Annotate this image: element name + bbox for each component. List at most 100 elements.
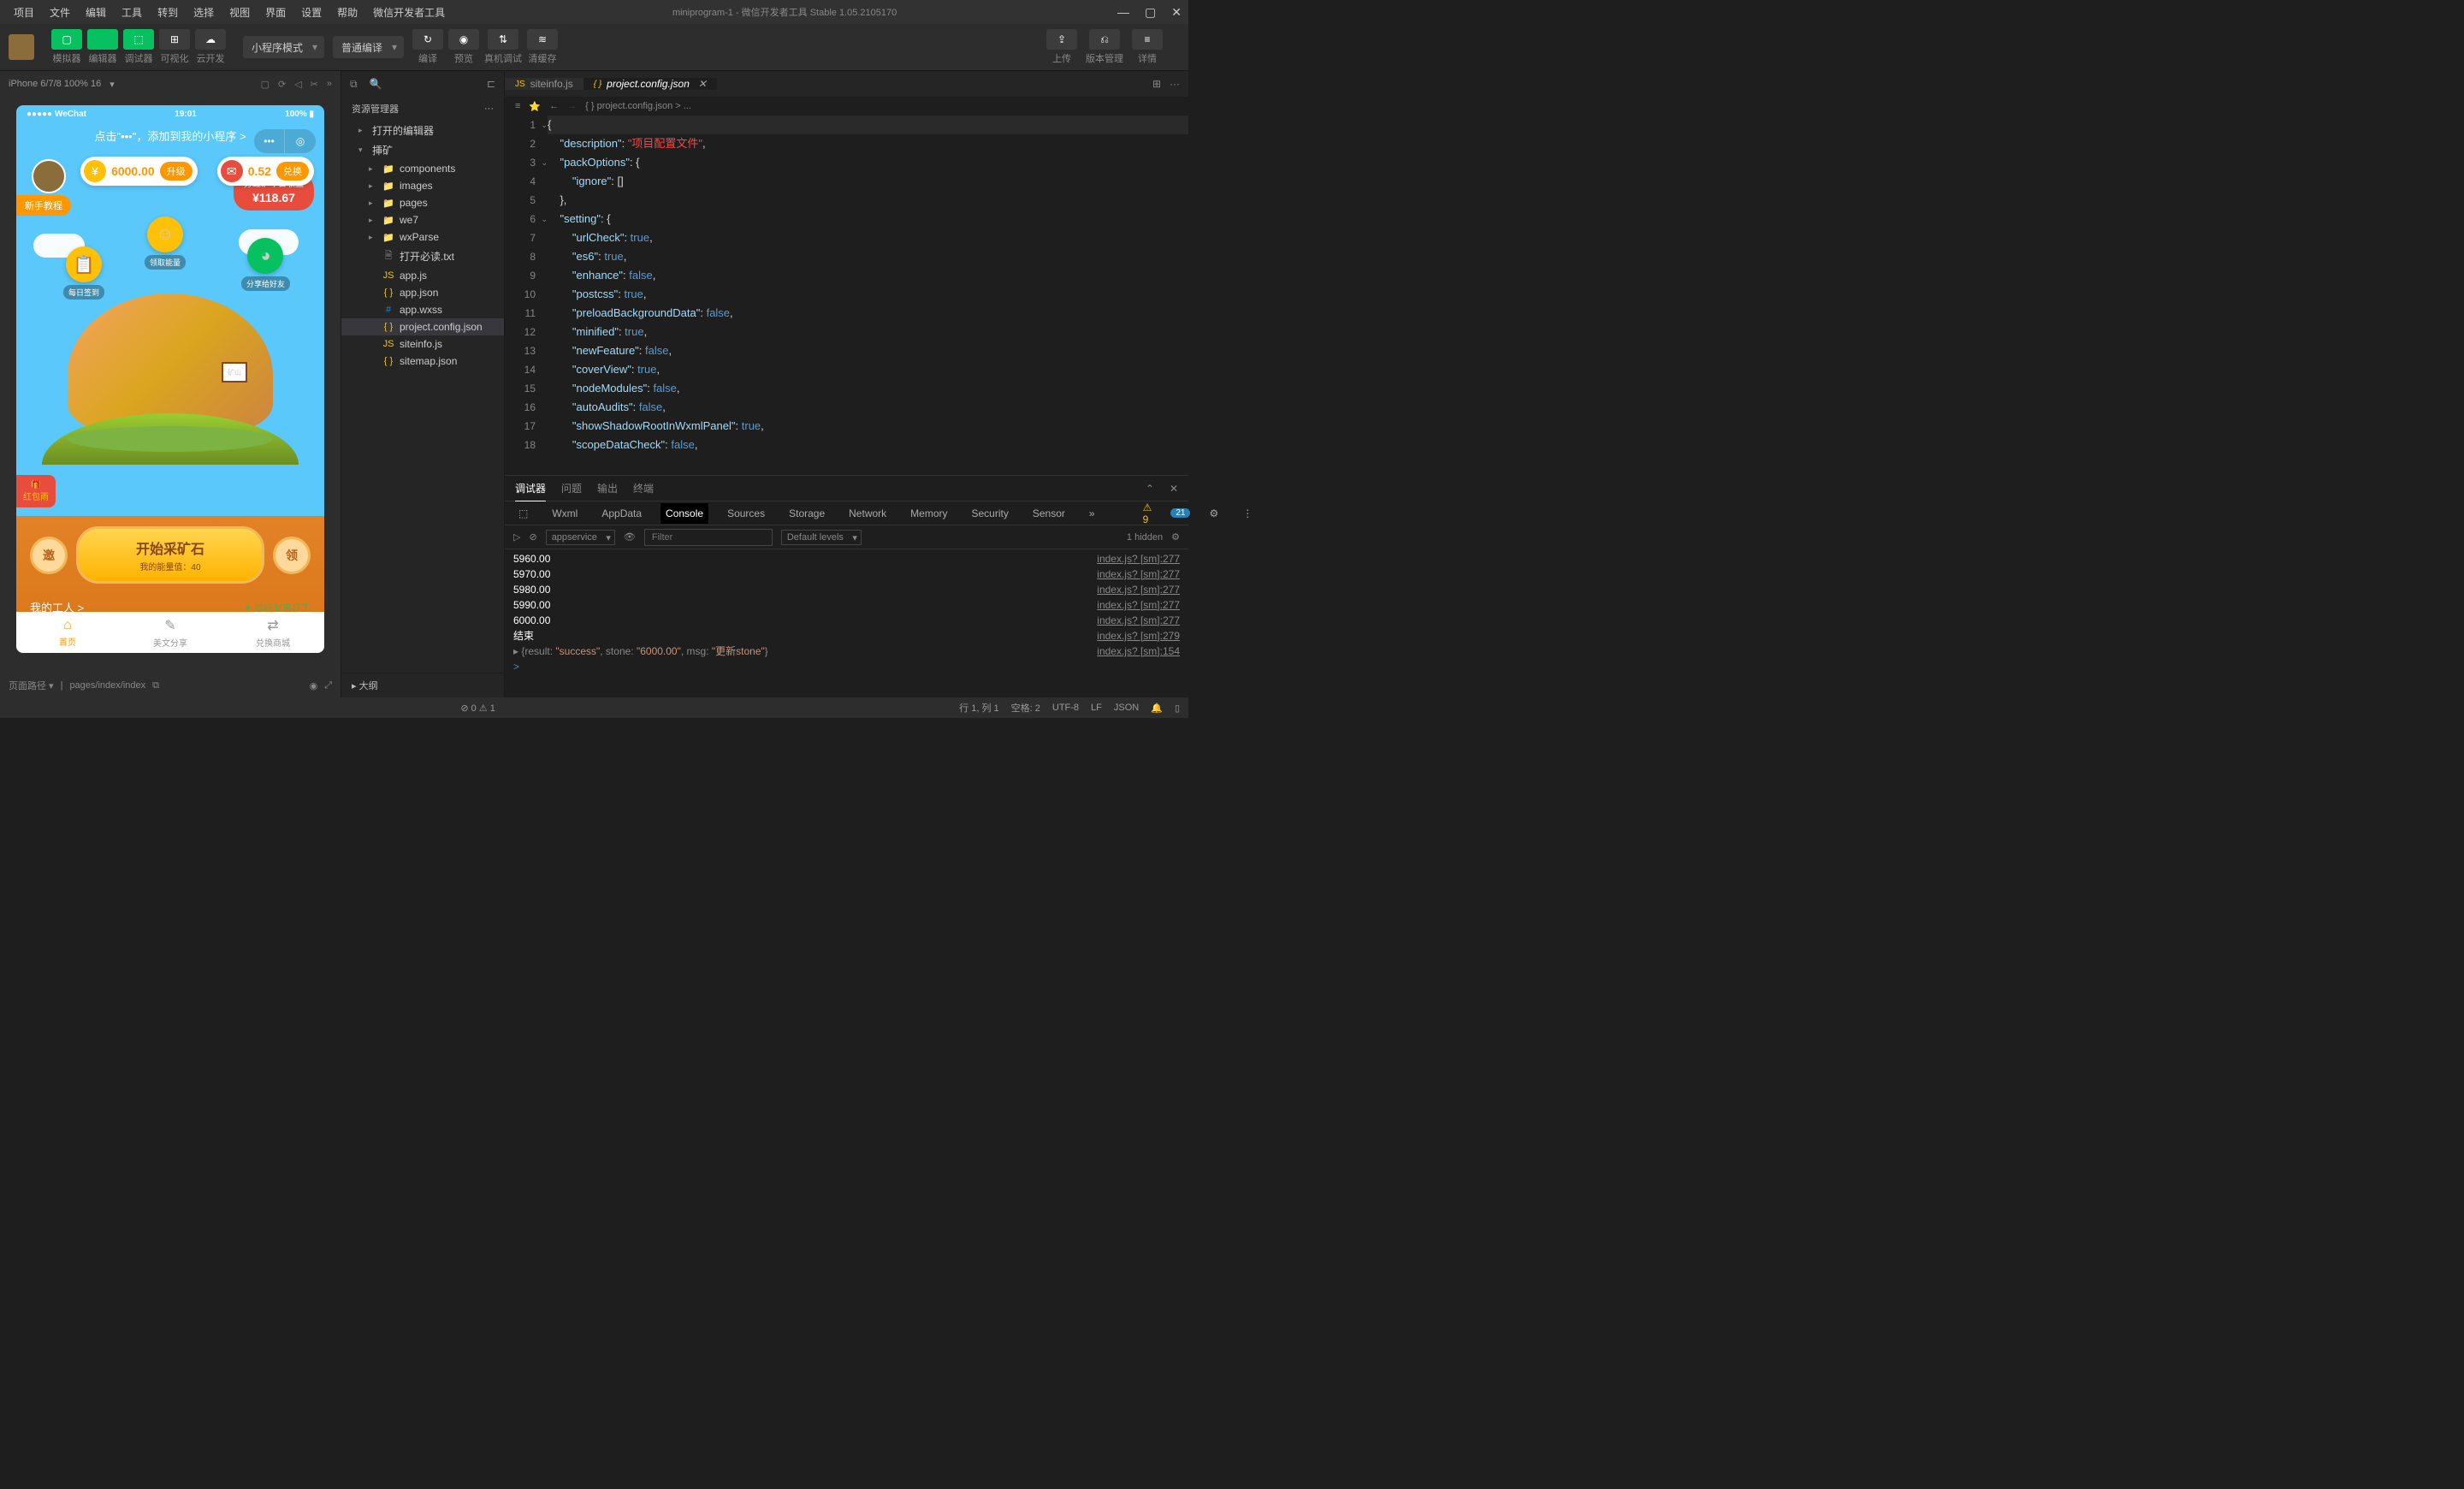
- dbg-tab-调试器[interactable]: 调试器: [515, 476, 546, 501]
- language-mode[interactable]: JSON: [1114, 703, 1139, 713]
- expand-icon[interactable]: ⤢: [324, 680, 332, 691]
- clear-icon[interactable]: ⊘: [529, 531, 536, 543]
- devtab-Wxml[interactable]: Wxml: [547, 503, 583, 524]
- toolbar-真机调试[interactable]: ⇅真机调试: [484, 29, 522, 65]
- dbg-tab-问题[interactable]: 问题: [561, 476, 582, 501]
- levels-dropdown[interactable]: Default levels: [781, 530, 862, 545]
- error-count[interactable]: ⊘ 0 ⚠ 1: [460, 703, 495, 714]
- file-images[interactable]: ▸📁images: [341, 177, 504, 194]
- file-app.wxss[interactable]: #app.wxss: [341, 301, 504, 318]
- close-panel-icon[interactable]: ✕: [1170, 478, 1178, 500]
- toolbar-编辑器[interactable]: 编辑器: [87, 29, 118, 65]
- filter-input[interactable]: [644, 529, 773, 546]
- upgrade-button[interactable]: 升级: [160, 162, 192, 181]
- minimize-button[interactable]: —: [1117, 5, 1129, 20]
- more-tabs-icon[interactable]: »: [1084, 503, 1100, 524]
- devtab-Security[interactable]: Security: [967, 503, 1014, 524]
- back-icon[interactable]: ←: [549, 101, 559, 111]
- file-we7[interactable]: ▸📁we7: [341, 211, 504, 228]
- menu-界面[interactable]: 界面: [258, 2, 293, 23]
- breadcrumb[interactable]: ≡ ⭐ ← → { } project.config.json > ...: [505, 97, 1188, 116]
- maximize-button[interactable]: ▢: [1145, 5, 1156, 20]
- split-icon[interactable]: ⊞: [1152, 78, 1161, 90]
- user-avatar[interactable]: [9, 34, 34, 60]
- file-siteinfo.js[interactable]: JSsiteinfo.js: [341, 335, 504, 353]
- eol[interactable]: LF: [1091, 703, 1102, 713]
- tab-兑换商城[interactable]: ⇄兑换商城: [222, 612, 324, 653]
- inspect-icon[interactable]: ⬚: [513, 503, 533, 524]
- tab-首页[interactable]: ⌂首页: [16, 612, 119, 653]
- menu-项目[interactable]: 项目: [7, 2, 41, 23]
- devtab-Memory[interactable]: Memory: [905, 503, 952, 524]
- menu-文件[interactable]: 文件: [43, 2, 77, 23]
- cursor-position[interactable]: 行 1, 列 1: [959, 701, 998, 715]
- toolbar-可视化[interactable]: ⊞可视化: [159, 29, 190, 65]
- file-project.config.json[interactable]: { }project.config.json: [341, 318, 504, 335]
- root-folder[interactable]: ▾挿矿: [341, 140, 504, 160]
- tab-美文分享[interactable]: ✎美文分享: [119, 612, 222, 653]
- menu-转到[interactable]: 转到: [151, 2, 185, 23]
- close-button[interactable]: ✕: [1171, 5, 1182, 20]
- energy-button[interactable]: ☺ 领取能量: [145, 217, 186, 270]
- invite-button[interactable]: 邀: [30, 537, 68, 574]
- settings-icon[interactable]: ⚙: [1171, 531, 1180, 543]
- toggle-icon[interactable]: ≡: [515, 101, 520, 111]
- start-mining-button[interactable]: 开始采矿石 我的能量值：40: [76, 526, 264, 584]
- devtab-AppData[interactable]: AppData: [596, 503, 647, 524]
- indent-setting[interactable]: 空格: 2: [1011, 701, 1040, 715]
- toolbar-上传[interactable]: ⇪上传: [1046, 29, 1077, 65]
- search-icon[interactable]: 🔍: [370, 78, 382, 90]
- open-editors-section[interactable]: ▸打开的编辑器: [341, 121, 504, 140]
- eye-filter-icon[interactable]: 👁: [624, 531, 636, 543]
- info-badge[interactable]: 21: [1170, 508, 1190, 518]
- context-dropdown[interactable]: appservice: [546, 530, 615, 545]
- toolbar-调试器[interactable]: ⬚调试器: [123, 29, 154, 65]
- devtab-Console[interactable]: Console: [660, 503, 708, 524]
- devtab-Storage[interactable]: Storage: [784, 503, 830, 524]
- devtab-Network[interactable]: Network: [844, 503, 891, 524]
- coin-box[interactable]: ¥ 6000.00 升级: [80, 157, 198, 186]
- toolbar-预览[interactable]: ◉预览: [448, 29, 479, 65]
- file-app.json[interactable]: { }app.json: [341, 284, 504, 301]
- hidden-count[interactable]: 1 hidden: [1127, 532, 1163, 543]
- files-icon[interactable]: ⧉: [350, 78, 358, 91]
- menu-工具[interactable]: 工具: [115, 2, 149, 23]
- code-editor[interactable]: 1⌄23⌄456⌄789101112131415161718 { "descri…: [505, 116, 1188, 475]
- editor-tab-project.config.json[interactable]: { }project.config.json✕: [583, 78, 717, 90]
- menu-选择[interactable]: 选择: [187, 2, 221, 23]
- devtab-Sensor[interactable]: Sensor: [1028, 503, 1070, 524]
- toolbar-清缓存[interactable]: ≋清缓存: [527, 29, 558, 65]
- more-icon[interactable]: »: [327, 79, 332, 89]
- red-rain-button[interactable]: 🎁红包雨: [16, 475, 56, 507]
- mute-icon[interactable]: ◁: [294, 79, 301, 90]
- compile-dropdown[interactable]: 普通编译: [333, 36, 404, 58]
- breadcrumb-path[interactable]: { } project.config.json > ...: [585, 101, 691, 111]
- dbg-tab-终端[interactable]: 终端: [633, 476, 654, 501]
- toolbar-详情[interactable]: ≡详情: [1132, 29, 1163, 65]
- toolbar-版本管理[interactable]: ⎌版本管理: [1086, 29, 1123, 65]
- file-打开必读.txt[interactable]: 🗎打开必读.txt: [341, 246, 504, 267]
- outline-section[interactable]: ▸ 大纲: [341, 673, 504, 697]
- status-more-icon[interactable]: ▯: [1175, 703, 1180, 714]
- toolbar-云开发[interactable]: ☁云开发: [195, 29, 226, 65]
- bell-icon[interactable]: 🔔: [1151, 703, 1163, 714]
- redpacket-box[interactable]: ✉ 0.52 兑换: [217, 157, 314, 186]
- mode-dropdown[interactable]: 小程序模式: [243, 36, 324, 58]
- warn-badge[interactable]: ⚠ 9: [1138, 497, 1158, 530]
- devtools-settings-icon[interactable]: ⚙: [1204, 503, 1223, 524]
- file-pages[interactable]: ▸📁pages: [341, 194, 504, 211]
- rotate-icon[interactable]: ▢: [261, 79, 270, 90]
- copy-icon[interactable]: ⧉: [152, 680, 159, 691]
- menu-微信开发者工具[interactable]: 微信开发者工具: [366, 2, 452, 23]
- explorer-more-icon[interactable]: ···: [484, 104, 494, 114]
- file-app.js[interactable]: JSapp.js: [341, 267, 504, 284]
- file-wxParse[interactable]: ▸📁wxParse: [341, 228, 504, 246]
- devtab-Sources[interactable]: Sources: [722, 503, 770, 524]
- menu-帮助[interactable]: 帮助: [330, 2, 364, 23]
- sidebar-toggle-icon[interactable]: ⊏: [487, 78, 495, 90]
- menu-编辑[interactable]: 编辑: [79, 2, 113, 23]
- toolbar-模拟器[interactable]: ▢模拟器: [51, 29, 82, 65]
- devtools-more-icon[interactable]: ⋮: [1237, 503, 1258, 524]
- bookmark-icon[interactable]: ⭐: [529, 101, 541, 112]
- forward-icon[interactable]: →: [567, 101, 577, 111]
